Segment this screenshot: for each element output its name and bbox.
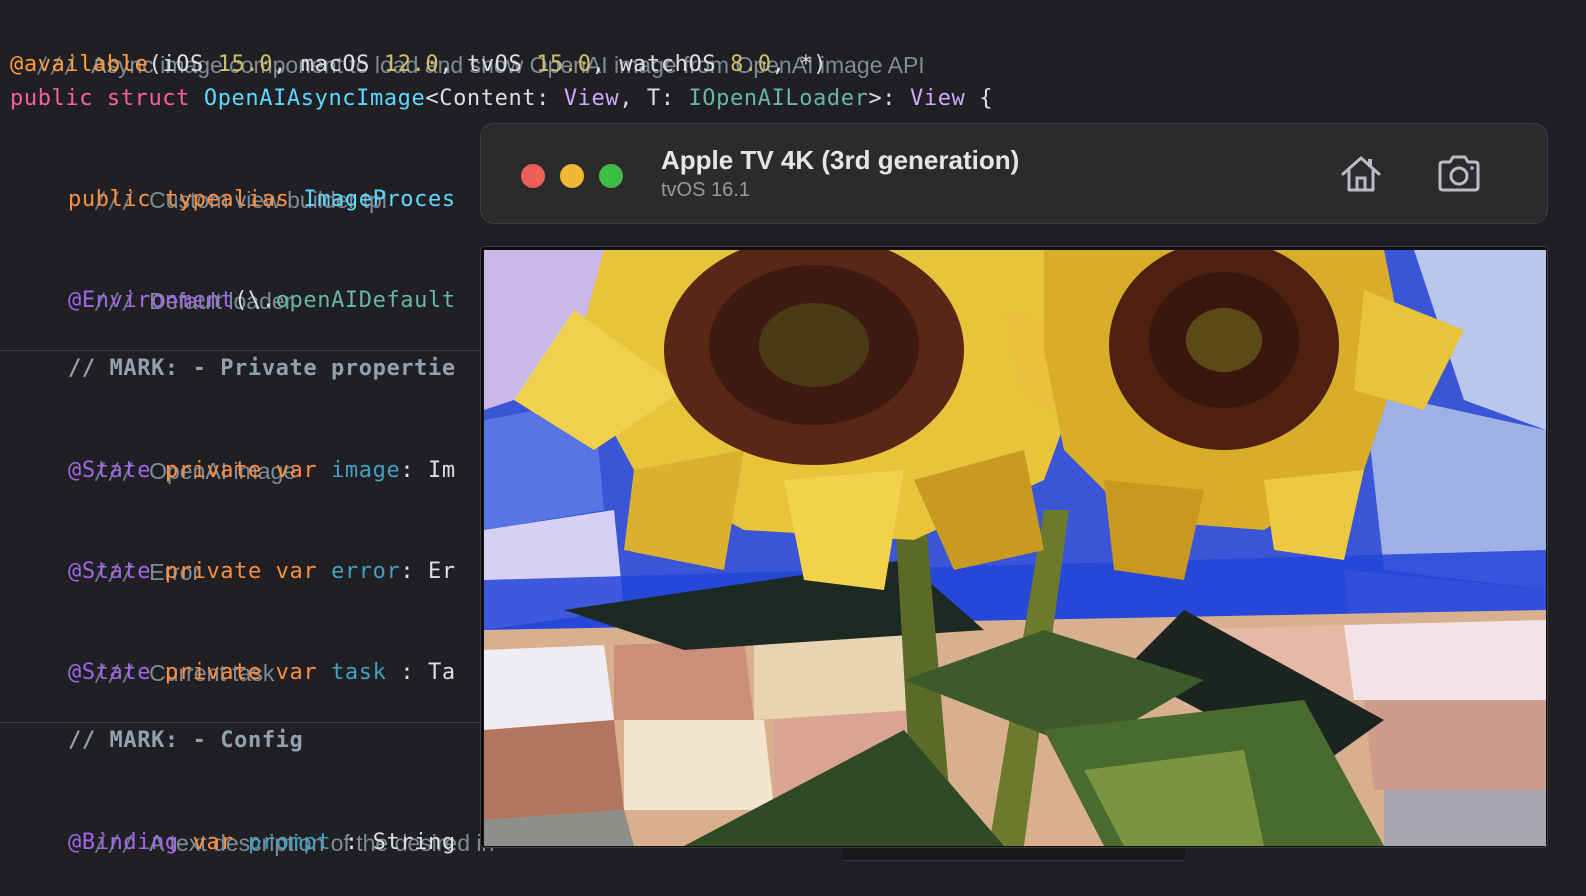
code-token: ,: [439, 52, 467, 77]
doc-comment-line: ///Current task: [68, 622, 275, 687]
mark-separator: [0, 350, 480, 351]
code-token: macOS: [300, 52, 384, 77]
doc-comment-line: ///Error: [68, 521, 201, 586]
code-line-struct-declaration: public struct OpenAIAsyncImage<Content: …: [10, 82, 993, 116]
code-token: >:: [868, 86, 910, 111]
code-token: ,: [591, 52, 620, 77]
code-token: @Binding: [68, 830, 193, 855]
sunflower-painting-image[interactable]: [484, 250, 1546, 846]
doc-comment-line: ///OpenAI image: [68, 420, 297, 485]
code-token: @available: [10, 52, 149, 77]
camera-icon[interactable]: [1435, 150, 1483, 198]
code-token: iOS: [162, 52, 218, 77]
code-line-typealias: public typealias ImageProces: [68, 183, 456, 217]
code-token: (\.: [234, 288, 276, 313]
zoom-window-icon[interactable]: [599, 164, 623, 188]
code-token: private var: [164, 660, 332, 685]
simulator-window-edge: [843, 848, 1185, 861]
mark-comment-config: // MARK: - Config: [68, 728, 304, 753]
code-token: : String: [331, 830, 456, 855]
mark-comment-private-properties: // MARK: - Private propertie: [68, 356, 456, 381]
code-token: 8.0: [730, 52, 772, 77]
code-token: ImageProces: [303, 187, 456, 212]
code-token: openAIDefault: [275, 288, 456, 313]
code-token: @State: [68, 559, 165, 584]
code-token: View: [563, 86, 620, 111]
code-line-state-image: @State private var image: Im: [68, 454, 456, 488]
doc-comment-line: ///Async image component to load and sho…: [10, 14, 925, 79]
code-token: private var: [164, 559, 332, 584]
code-token: public struct: [10, 86, 204, 111]
doc-comment-line: ///Custom view builder tpl: [68, 149, 387, 214]
minimize-window-icon[interactable]: [560, 164, 584, 188]
code-token: image: [331, 458, 401, 483]
code-token: @Environment: [68, 288, 235, 313]
device-name: Apple TV 4K (3rd generation): [661, 145, 1020, 175]
code-token: : Ta: [386, 660, 456, 685]
code-token: View: [910, 86, 966, 111]
code-token: tvOS: [466, 52, 537, 77]
simulator-title-bar[interactable]: Apple TV 4K (3rd generation) tvOS 16.1: [480, 123, 1548, 224]
code-token: watchOS: [619, 52, 731, 77]
doc-comment-line: ///Default loader: [68, 250, 293, 315]
mark-separator: [0, 722, 480, 723]
code-token: , T:: [619, 86, 689, 111]
close-window-icon[interactable]: [521, 164, 545, 188]
home-icon[interactable]: [1337, 150, 1385, 198]
os-version: tvOS 16.1: [661, 179, 750, 201]
code-token: : Er: [400, 559, 456, 584]
code-token: ,: [273, 52, 301, 77]
code-token: private var: [164, 458, 332, 483]
code-token: error: [331, 559, 401, 584]
code-token: 15.0: [536, 52, 592, 77]
code-line-state-task: @State private var task : Ta: [68, 656, 456, 690]
code-token: task: [331, 660, 387, 685]
code-token: @State: [68, 660, 165, 685]
code-token: prompt: [248, 830, 332, 855]
code-token: , *): [771, 52, 827, 77]
code-line-available: @available(iOS 15.0, macOS 12.0, tvOS 15…: [10, 48, 827, 82]
code-token: public typealias: [68, 187, 304, 212]
code-token: var: [192, 830, 248, 855]
code-line-binding-prompt: @Binding var prompt : String: [68, 826, 456, 860]
code-token: (: [148, 52, 163, 77]
code-token: 15.0: [217, 52, 274, 77]
code-token: OpenAIAsyncImage: [203, 86, 426, 111]
code-token: 12.0: [383, 52, 440, 77]
code-token: {: [965, 86, 994, 111]
code-line-environment: @Environment(\.openAIDefault: [68, 284, 456, 318]
code-line-state-error: @State private var error: Er: [68, 555, 456, 589]
doc-comment-line: ///A text description of the desired in: [68, 792, 495, 857]
code-token: @State: [68, 458, 165, 483]
code-token: <Content:: [425, 86, 564, 111]
code-token: IOpenAILoader: [688, 86, 869, 111]
code-token: : Im: [400, 458, 456, 483]
